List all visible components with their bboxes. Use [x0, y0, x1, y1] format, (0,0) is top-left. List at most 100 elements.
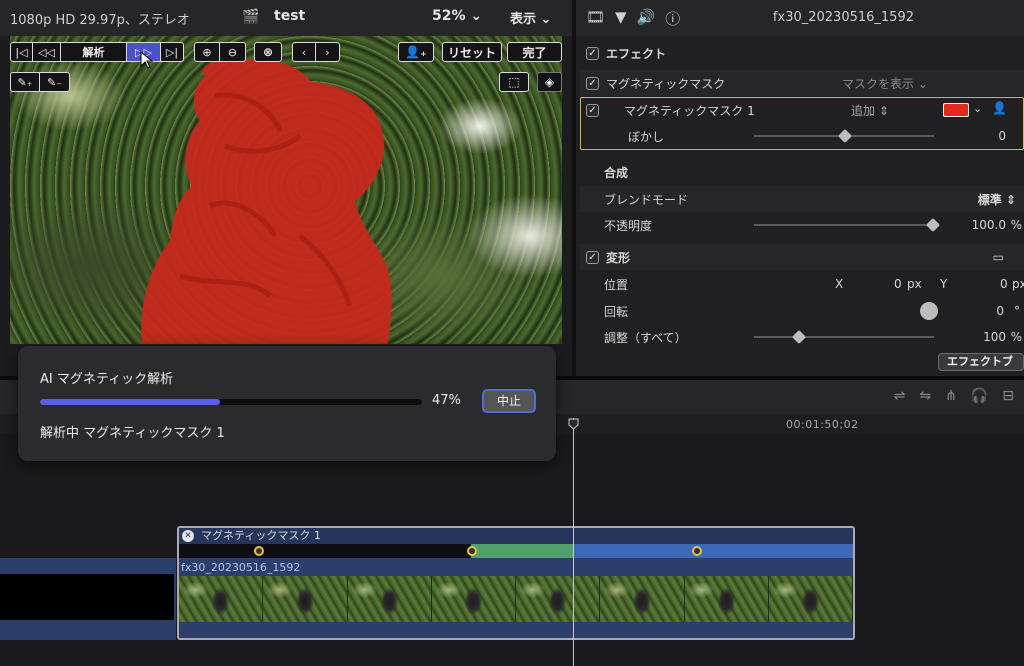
analysis-percent: 47%	[432, 393, 461, 408]
position-x-unit: px	[907, 277, 922, 291]
scale-value[interactable]: 100	[983, 330, 1006, 344]
inspector-clip-name: fx30_20230516_1592	[772, 10, 914, 25]
playhead[interactable]	[573, 418, 574, 666]
opacity-label: 不透明度	[604, 218, 653, 233]
done-button[interactable]: 完了	[507, 42, 562, 62]
analysis-status: 解析中 マグネティックマスク 1	[40, 426, 225, 441]
blur-value[interactable]: 0	[998, 129, 1006, 143]
compositing-header: 合成	[576, 159, 1024, 185]
compositing-label: 合成	[604, 165, 629, 180]
waveform-icon[interactable]: ⋔	[945, 388, 957, 404]
brush-size-controls: ⊕ ⊖	[194, 42, 246, 62]
blur-row: ぼかし 0	[576, 123, 1024, 149]
position-label: 位置	[604, 277, 629, 292]
show-mask-menu[interactable]: マスクを表示 ⌄	[842, 75, 928, 92]
clip-audio-strip	[179, 622, 853, 638]
zoom-menu[interactable]: 52% ⌄	[432, 8, 482, 24]
opacity-unit: %	[1010, 218, 1022, 232]
add-person-icon[interactable]: 👤₊	[398, 42, 434, 62]
selection-rect-icon[interactable]: ⬚	[499, 72, 529, 92]
view-menu[interactable]: 表示 ⌄	[510, 8, 551, 27]
brush-mode: ✎₊ ✎₋	[10, 72, 70, 92]
effects-checkbox[interactable]: ✓	[586, 46, 599, 60]
show-mask-label: マスクを表示	[842, 76, 915, 91]
position-y-value[interactable]: 0	[1000, 277, 1008, 291]
effects-header-label: エフェクト	[606, 46, 667, 61]
inspector-header: 🎞 ▼ 🔊 ⓘ fx30_20230516_1592	[576, 0, 1024, 36]
analyze-backward-button[interactable]: ◁◁	[33, 43, 61, 61]
prev-frame-button[interactable]: ‹	[293, 43, 316, 61]
position-y-unit: px	[1012, 277, 1024, 291]
analysis-range-segment	[574, 544, 853, 558]
blend-mode-label: ブレンドモード	[604, 192, 689, 207]
timeline-clip[interactable]: マグネティックマスク 1 ✕ fx30_20230516_1592	[177, 526, 855, 640]
magnetic-mask-row[interactable]: ✓ マグネティックマスク マスクを表示 ⌄	[576, 70, 1024, 96]
mouse-cursor-icon	[140, 51, 154, 69]
close-icon[interactable]: ✕	[182, 530, 194, 542]
rotation-value[interactable]: 0	[996, 304, 1004, 318]
zoom-value: 52%	[432, 8, 466, 24]
scale-slider-knob[interactable]	[791, 329, 807, 345]
stop-button[interactable]: 中止	[482, 389, 536, 413]
scale-slider[interactable]	[754, 336, 934, 338]
brush-subtract-icon[interactable]: ✎₋	[40, 73, 69, 91]
position-row: 位置 X 0 px Y 0 px	[576, 271, 1024, 297]
mask-item-row[interactable]: ✓ マグネティックマスク 1 追加 ⇕ ⌄ 👤	[576, 97, 1024, 123]
view-menu-label: 表示	[510, 12, 537, 27]
analysis-progress-bar	[40, 399, 422, 405]
transform-onscreen-icon[interactable]: ▭	[993, 250, 1004, 264]
magnetic-mask-checkbox[interactable]: ✓	[586, 76, 599, 90]
layers-icon[interactable]: ◈	[537, 72, 562, 92]
keyframe-icon[interactable]	[254, 546, 264, 556]
rotation-row: 回転 0 °	[576, 298, 1024, 324]
previous-clip[interactable]	[0, 558, 176, 640]
effects-section-header[interactable]: ✓ エフェクト	[576, 40, 1024, 66]
headphones-icon[interactable]: 🎧	[971, 388, 988, 404]
jump-start-button[interactable]: |◁	[11, 43, 33, 61]
person-icon[interactable]: 👤	[992, 101, 1007, 115]
analysis-transport: |◁ ◁◁ 解析 ▷▷ ▷|	[10, 42, 184, 62]
analyze-button[interactable]: 解析	[61, 43, 127, 61]
effects-browser-button[interactable]: エフェクトブ	[938, 353, 1024, 371]
inspector-panel: ✓ エフェクト ✓ マグネティックマスク マスクを表示 ⌄ ✓ マグネティックマ…	[576, 36, 1024, 376]
keyframe-icon[interactable]	[692, 546, 702, 556]
skimming-icon[interactable]: ⇌	[894, 388, 906, 404]
blur-slider-knob[interactable]	[837, 128, 853, 144]
info-icon[interactable]: ⓘ	[665, 8, 680, 29]
clear-icon[interactable]: ⊗	[254, 42, 282, 62]
opacity-slider[interactable]	[754, 224, 934, 226]
mask-mode-label: 追加	[851, 103, 876, 118]
color-dropdown-icon[interactable]: ⌄	[973, 102, 982, 115]
clip-filmstrip	[179, 576, 853, 622]
filmstrip-frame	[684, 576, 769, 622]
transform-label: 変形	[606, 250, 631, 265]
zoom-in-icon[interactable]: ⊕	[195, 43, 220, 61]
position-x-value[interactable]: 0	[894, 277, 902, 291]
mask-item-checkbox[interactable]: ✓	[586, 103, 599, 117]
opacity-slider-knob[interactable]	[925, 217, 941, 233]
transform-header[interactable]: ✓ 変形 ▭	[576, 244, 1024, 270]
audio-icon[interactable]: 🔊	[637, 8, 656, 29]
reset-button[interactable]: リセット	[442, 42, 502, 62]
zoom-out-icon[interactable]: ⊖	[220, 43, 245, 61]
brush-add-icon[interactable]: ✎₊	[11, 73, 40, 91]
format-info: 1080p HD 29.97p、ステレオ	[10, 13, 190, 28]
jump-end-button[interactable]: ▷|	[161, 43, 183, 61]
mask-color-swatch[interactable]	[943, 103, 969, 117]
color-icon[interactable]: ▼	[615, 8, 627, 29]
film-icon[interactable]: 🎞	[586, 8, 605, 29]
transform-checkbox[interactable]: ✓	[586, 250, 599, 264]
filmstrip-frame	[431, 576, 516, 622]
snapping-icon[interactable]: ⊟	[1002, 388, 1014, 404]
next-frame-button[interactable]: ›	[316, 43, 339, 61]
frame-nav: ‹ ›	[292, 42, 340, 62]
playhead-handle-icon[interactable]	[568, 418, 579, 430]
keyframe-icon[interactable]	[467, 546, 477, 556]
mask-mode-menu[interactable]: 追加 ⇕	[851, 102, 889, 119]
mask-effect-bar[interactable]: マグネティックマスク 1	[179, 528, 853, 544]
rotation-dial-icon[interactable]	[920, 302, 938, 320]
opacity-value[interactable]: 100.0	[972, 218, 1006, 232]
project-title: test	[274, 8, 306, 24]
audio-skimming-icon[interactable]: ⇋	[919, 388, 931, 404]
blend-mode-menu[interactable]: 標準 ⇕	[978, 191, 1016, 208]
